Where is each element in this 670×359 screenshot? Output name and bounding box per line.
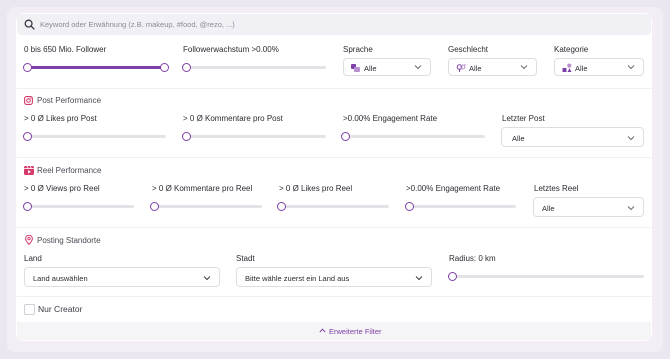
reel-views-slider-handle[interactable] xyxy=(23,202,32,211)
section-divider xyxy=(17,296,651,297)
post-comments-slider-track[interactable] xyxy=(186,135,326,138)
section-divider xyxy=(17,227,651,228)
country-value: Land auswählen xyxy=(33,273,88,283)
radius-slider-handle[interactable] xyxy=(448,272,457,281)
only-creator-checkbox[interactable] xyxy=(24,304,35,315)
category-icon xyxy=(562,63,572,72)
last-reel-label: Letztes Reel xyxy=(534,184,579,193)
city-label: Stadt xyxy=(236,254,255,263)
last-reel-select[interactable]: Alle xyxy=(533,197,644,217)
instagram-icon xyxy=(24,96,33,105)
post-engagement-label: >0.00% Engagement Rate xyxy=(343,114,438,123)
post-engagement-slider-handle[interactable] xyxy=(341,132,350,141)
chevron-up-icon xyxy=(319,328,326,333)
chevron-down-icon xyxy=(415,275,423,280)
category-label: Kategorie xyxy=(554,45,589,54)
gender-icon xyxy=(456,63,466,72)
gender-value: Alle xyxy=(469,63,482,73)
advanced-filters-label: Erweiterte Filter xyxy=(329,327,382,336)
post-performance-title: Post Performance xyxy=(37,96,102,105)
reel-likes-slider-track[interactable] xyxy=(282,205,389,208)
follower-max-handle[interactable] xyxy=(160,63,169,72)
follower-range-fill xyxy=(27,66,164,69)
reel-likes-slider-handle[interactable] xyxy=(277,202,286,211)
post-engagement-slider-track[interactable] xyxy=(345,135,485,138)
follower-min-handle[interactable] xyxy=(23,63,32,72)
reel-comments-label: > 0 Ø Kommentare pro Reel xyxy=(152,184,253,193)
post-comments-slider-handle[interactable] xyxy=(182,132,191,141)
reel-engagement-slider-track[interactable] xyxy=(409,205,516,208)
posting-locations-title: Posting Standorte xyxy=(37,236,101,245)
chevron-down-icon xyxy=(627,65,635,70)
chevron-down-icon xyxy=(520,65,528,70)
chevron-down-icon xyxy=(627,205,635,210)
advanced-filters-toggle[interactable]: Erweiterte Filter xyxy=(17,322,651,340)
gender-select[interactable]: Alle xyxy=(448,58,537,76)
search-input[interactable]: Keyword oder Erwähnung (z.B. makeup, #fo… xyxy=(17,14,651,35)
radius-slider-track[interactable] xyxy=(452,275,644,278)
country-select[interactable]: Land auswählen xyxy=(24,267,220,287)
radius-label: Radius: 0 km xyxy=(449,254,496,263)
growth-label: Followerwachstum >0.00% xyxy=(183,45,279,54)
reel-likes-label: > 0 Ø Likes pro Reel xyxy=(279,184,353,193)
post-likes-label: > 0 Ø Likes pro Post xyxy=(24,114,97,123)
reel-performance-title: Reel Performance xyxy=(37,166,102,175)
growth-slider-track[interactable] xyxy=(186,66,326,69)
chevron-down-icon xyxy=(203,275,211,280)
language-label: Sprache xyxy=(343,45,373,54)
last-reel-value: Alle xyxy=(542,203,555,213)
search-icon xyxy=(24,19,35,30)
chevron-down-icon xyxy=(414,65,422,70)
last-post-value: Alle xyxy=(512,133,525,143)
reel-views-slider-track[interactable] xyxy=(27,205,134,208)
follower-range-label: 0 bis 650 Mio. Follower xyxy=(24,45,107,54)
reel-comments-slider-track[interactable] xyxy=(155,205,262,208)
category-select[interactable]: Alle xyxy=(554,58,644,76)
reel-comments-slider-handle[interactable] xyxy=(150,202,159,211)
category-value: Alle xyxy=(575,63,588,73)
post-likes-slider-track[interactable] xyxy=(27,135,166,138)
post-comments-label: > 0 Ø Kommentare pro Post xyxy=(183,114,283,123)
last-post-select[interactable]: Alle xyxy=(501,127,644,147)
reel-icon xyxy=(24,166,34,175)
language-select[interactable]: Alle xyxy=(343,58,431,76)
gender-label: Geschlecht xyxy=(448,45,489,54)
country-label: Land xyxy=(24,254,42,263)
city-select[interactable]: Bitte wähle zuerst ein Land aus xyxy=(236,267,432,287)
language-value: Alle xyxy=(364,63,377,73)
growth-slider-handle[interactable] xyxy=(182,63,191,72)
section-divider xyxy=(17,88,651,89)
section-divider xyxy=(17,157,651,158)
search-placeholder: Keyword oder Erwähnung (z.B. makeup, #fo… xyxy=(40,20,235,29)
reel-views-label: > 0 Ø Views pro Reel xyxy=(24,184,100,193)
reel-engagement-slider-handle[interactable] xyxy=(405,202,414,211)
only-creator-label: Nur Creator xyxy=(38,304,83,314)
post-likes-slider-handle[interactable] xyxy=(23,132,32,141)
city-value: Bitte wähle zuerst ein Land aus xyxy=(245,273,350,283)
last-post-label: Letzter Post xyxy=(502,114,545,123)
language-icon xyxy=(351,64,360,72)
chevron-down-icon xyxy=(627,135,635,140)
map-pin-icon xyxy=(25,235,33,245)
reel-engagement-label: >0.00% Engagement Rate xyxy=(406,184,501,193)
